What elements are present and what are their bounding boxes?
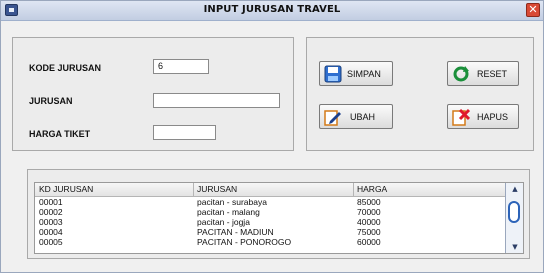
cell-kd: 00004 (39, 227, 63, 237)
cell-jurusan: pacitan - surabaya (197, 197, 267, 207)
harga-tiket-label: HARGA TIKET (29, 129, 91, 139)
hapus-label: HAPUS (477, 112, 509, 122)
vertical-scrollbar[interactable]: ▲ ▼ (505, 183, 523, 253)
table-row[interactable]: 00002 pacitan - malang 70000 (35, 207, 505, 217)
cell-harga: 70000 (357, 207, 381, 217)
column-divider[interactable] (353, 183, 354, 196)
scroll-thumb[interactable] (508, 201, 520, 223)
data-table-panel: KD JURUSAN JURUSAN HARGA 00001 pacitan -… (27, 169, 530, 259)
cell-kd: 00005 (39, 237, 63, 247)
kode-jurusan-field[interactable]: 6 (153, 59, 209, 74)
save-icon (324, 65, 342, 83)
header-jurusan[interactable]: JURUSAN (197, 184, 237, 194)
ubah-label: UBAH (350, 112, 376, 122)
scroll-up-icon[interactable]: ▲ (511, 185, 519, 193)
cell-jurusan: pacitan - malang (197, 207, 260, 217)
reset-label: RESET (477, 69, 508, 79)
jurusan-label: JURUSAN (29, 96, 73, 106)
table-row[interactable]: 00001 pacitan - surabaya 85000 (35, 197, 505, 207)
jurusan-table[interactable]: KD JURUSAN JURUSAN HARGA 00001 pacitan -… (34, 182, 524, 254)
title-bar[interactable]: INPUT JURUSAN TRAVEL ✕ (1, 1, 543, 21)
cell-jurusan: PACITAN - MADIUN (197, 227, 274, 237)
reset-button[interactable]: RESET (447, 61, 519, 86)
harga-tiket-field[interactable] (153, 125, 216, 140)
cell-jurusan: PACITAN - PONOROGO (197, 237, 292, 247)
kode-jurusan-label: KODE JURUSAN (29, 63, 102, 73)
edit-icon (324, 108, 342, 126)
input-form-panel: KODE JURUSAN 6 JURUSAN HARGA TIKET (12, 37, 294, 151)
table-header: KD JURUSAN JURUSAN HARGA (35, 183, 505, 197)
app-window: INPUT JURUSAN TRAVEL ✕ KODE JURUSAN 6 JU… (0, 0, 544, 273)
jurusan-field[interactable] (153, 93, 280, 108)
ubah-button[interactable]: UBAH (319, 104, 393, 129)
cell-kd: 00003 (39, 217, 63, 227)
cell-harga: 40000 (357, 217, 381, 227)
header-kd-jurusan[interactable]: KD JURUSAN (39, 184, 93, 194)
simpan-label: SIMPAN (347, 69, 381, 79)
cell-kd: 00001 (39, 197, 63, 207)
cell-kd: 00002 (39, 207, 63, 217)
cell-harga: 85000 (357, 197, 381, 207)
table-row[interactable]: 00005 PACITAN - PONOROGO 60000 (35, 237, 505, 247)
window-title: INPUT JURUSAN TRAVEL (203, 4, 341, 15)
action-button-panel: SIMPAN RESET UBAH HAPUS (306, 37, 534, 151)
table-row[interactable]: 00003 pacitan - jogja 40000 (35, 217, 505, 227)
table-row[interactable]: 00004 PACITAN - MADIUN 75000 (35, 227, 505, 237)
refresh-icon (452, 65, 470, 83)
delete-icon (452, 108, 471, 126)
cell-harga: 60000 (357, 237, 381, 247)
cell-harga: 75000 (357, 227, 381, 237)
column-divider[interactable] (193, 183, 194, 196)
header-harga[interactable]: HARGA (357, 184, 387, 194)
scroll-down-icon[interactable]: ▼ (511, 243, 519, 251)
hapus-button[interactable]: HAPUS (447, 104, 519, 129)
simpan-button[interactable]: SIMPAN (319, 61, 393, 86)
close-button[interactable]: ✕ (526, 3, 540, 17)
cell-jurusan: pacitan - jogja (197, 217, 250, 227)
